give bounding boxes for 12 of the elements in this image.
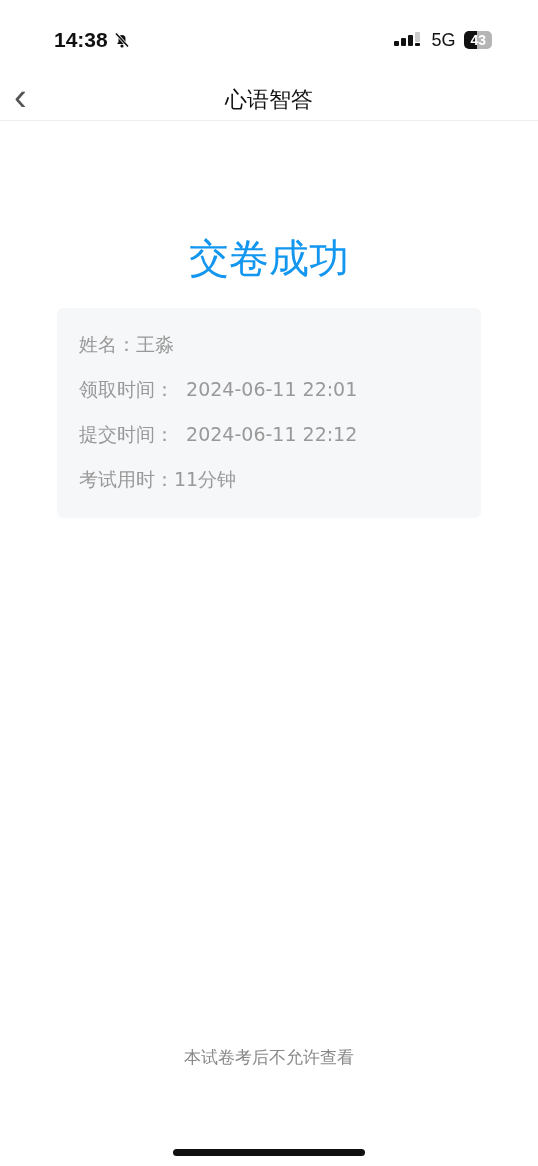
back-button[interactable]: ‹ xyxy=(14,80,27,114)
muted-bell-icon xyxy=(112,31,131,49)
result-title: 交卷成功 xyxy=(189,234,349,283)
footer-note: 本试卷考后不允许查看 xyxy=(183,1046,355,1069)
status-time: 14:38 xyxy=(54,28,108,52)
info-line: 领取时间： 2024-06-11 22:01 xyxy=(79,377,359,402)
network-label: 5G xyxy=(431,29,456,51)
signal-icon xyxy=(394,32,423,48)
page-title: 心语智答 xyxy=(225,86,313,114)
info-line: 考试用时：11分钟 xyxy=(79,467,238,492)
info-line: 姓名：王淼 xyxy=(79,332,175,357)
info-line: 提交时间： 2024-06-11 22:12 xyxy=(79,422,359,447)
